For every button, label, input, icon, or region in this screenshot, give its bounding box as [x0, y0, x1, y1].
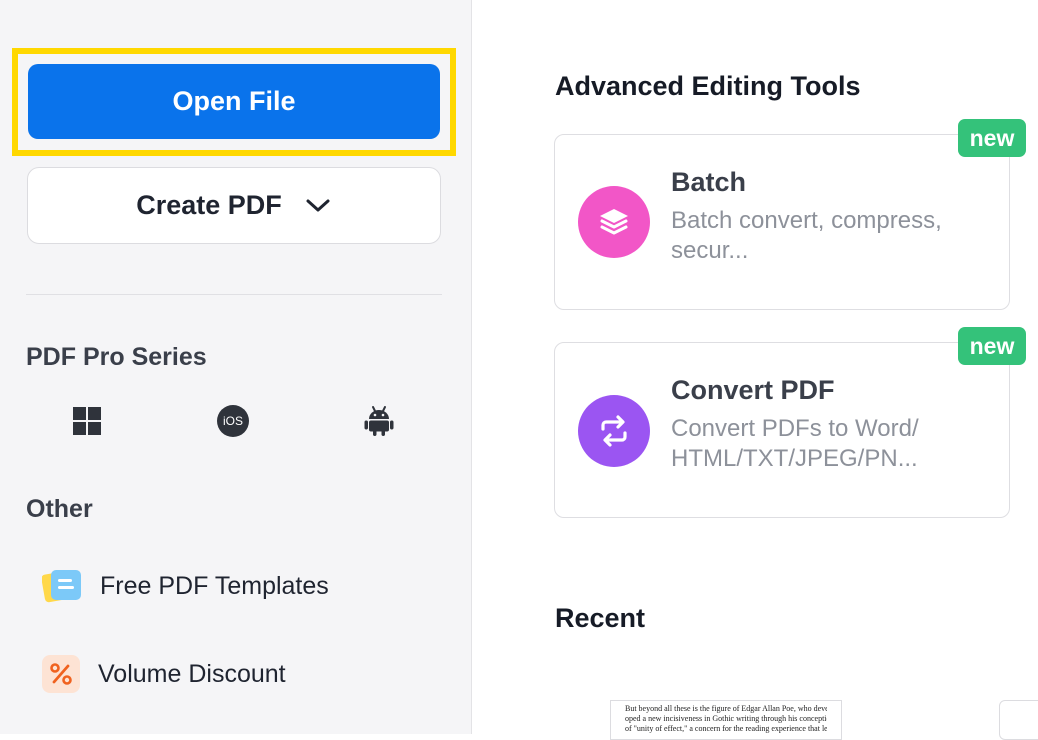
preview-line: But beyond all these is the figure of Ed… — [625, 704, 827, 713]
convert-pdf-new-badge: new — [958, 327, 1026, 365]
batch-new-badge: new — [958, 119, 1026, 157]
volume-discount-label: Volume Discount — [98, 659, 286, 688]
batch-title: Batch — [671, 167, 747, 197]
chevron-down-icon — [306, 199, 330, 211]
create-pdf-button[interactable]: Create PDF — [27, 167, 441, 244]
recent-file-thumbnail[interactable]: But beyond all these is the figure of Ed… — [610, 700, 842, 740]
pro-series-title: PDF Pro Series — [26, 343, 207, 371]
advanced-tools-title: Advanced Editing Tools — [555, 71, 861, 101]
batch-description: Batch convert, compress, secur... — [671, 207, 942, 264]
convert-pdf-title: Convert PDF — [671, 375, 835, 405]
convert-pdf-description: Convert PDFs to Word/ HTML/TXT/JPEG/PN..… — [671, 415, 919, 472]
convert-pdf-card[interactable]: Convert PDF Convert PDFs to Word/ HTML/T… — [554, 327, 1026, 518]
discount-icon — [42, 655, 80, 693]
recent-title: Recent — [555, 603, 646, 633]
android-icon[interactable] — [362, 404, 396, 438]
sidebar-divider — [26, 294, 442, 295]
open-file-button[interactable]: Open File — [28, 64, 440, 139]
sidebar: Open File Create PDF PDF Pro Series iOS — [0, 0, 472, 734]
ios-icon[interactable]: iOS — [216, 404, 250, 438]
windows-icon[interactable] — [70, 404, 104, 438]
recent-file-thumbnail-2[interactable] — [999, 700, 1038, 740]
free-pdf-templates-label: Free PDF Templates — [100, 571, 329, 600]
create-pdf-label: Create PDF — [136, 190, 282, 220]
other-title: Other — [26, 495, 93, 523]
ios-icon-label: iOS — [222, 414, 243, 428]
preview-line: oped a new incisiveness in Gothic writin… — [625, 714, 827, 723]
preview-line: of "unity of effect," a concern for the … — [625, 724, 827, 733]
templates-icon — [42, 570, 81, 603]
layers-icon — [578, 186, 650, 258]
convert-icon — [578, 395, 650, 467]
free-pdf-templates-item[interactable]: Free PDF Templates — [42, 566, 329, 606]
batch-tool-card[interactable]: Batch Batch convert, compress, secur... … — [554, 119, 1026, 310]
volume-discount-item[interactable]: Volume Discount — [42, 654, 286, 694]
